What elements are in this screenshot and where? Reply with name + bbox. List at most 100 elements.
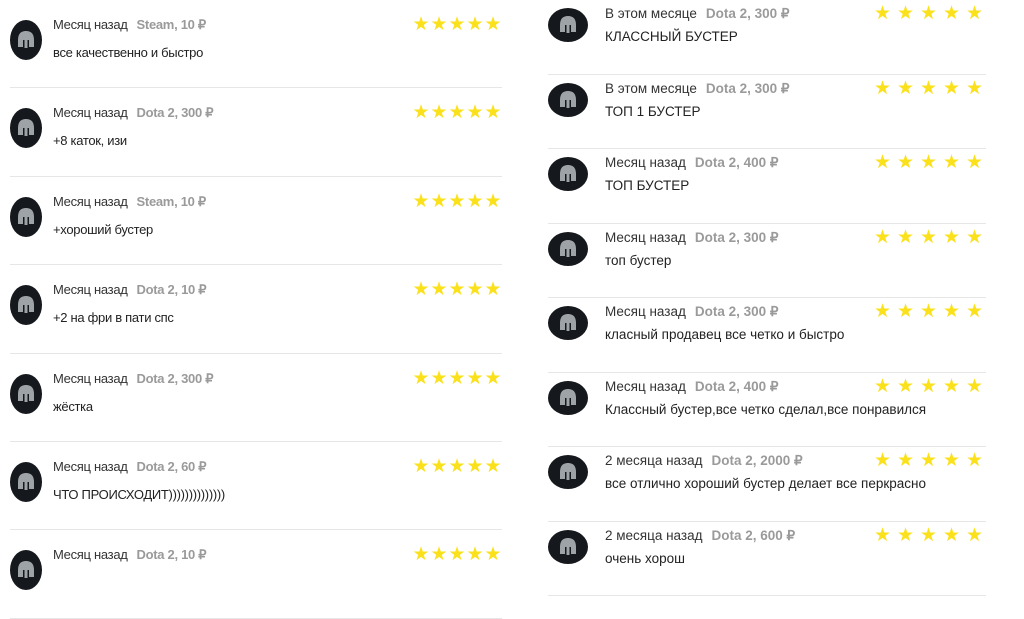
star-icon: ★ bbox=[448, 367, 466, 389]
rating-stars: ★ ★ ★ ★ ★ bbox=[412, 192, 502, 211]
review-text: все качественно и быстро bbox=[53, 45, 204, 60]
review-date: Месяц назад bbox=[53, 17, 128, 32]
star-icon: ★ bbox=[873, 152, 892, 173]
star-icon: ★ bbox=[412, 367, 430, 389]
avatar[interactable] bbox=[10, 20, 42, 60]
review-meta: В этом месяце Dota 2, 300 ₽ bbox=[605, 6, 789, 22]
review-date: 2 месяца назад bbox=[605, 453, 703, 468]
avatar[interactable] bbox=[10, 550, 42, 591]
star-icon: ★ bbox=[484, 102, 502, 124]
avatar[interactable] bbox=[548, 529, 588, 564]
review-item: Месяц назад Dota 2, 300 ₽ класный продавец… bbox=[548, 298, 986, 373]
review-item: Месяц назад Dota 2, 400 ₽ Классный бустер,… bbox=[548, 373, 986, 447]
star-icon: ★ bbox=[448, 190, 466, 212]
review-text: очень хорош bbox=[605, 550, 685, 566]
rating-stars: ★ ★ ★ ★ ★ bbox=[871, 302, 986, 321]
review-meta: Месяц назад Dota 2, 300 ₽ bbox=[53, 371, 213, 387]
star-icon: ★ bbox=[466, 455, 484, 477]
review-meta: Месяц назад Steam, 10 ₽ bbox=[53, 194, 206, 210]
avatar[interactable] bbox=[548, 157, 588, 191]
star-icon: ★ bbox=[919, 375, 938, 397]
avatar[interactable] bbox=[10, 108, 42, 149]
star-icon: ★ bbox=[919, 152, 938, 173]
star-icon: ★ bbox=[466, 367, 484, 389]
star-icon: ★ bbox=[873, 301, 892, 322]
star-icon: ★ bbox=[942, 450, 961, 471]
review-order-price: Dota 2, 400 ₽ bbox=[694, 155, 779, 170]
review-order-price: Dota 2, 10 ₽ bbox=[136, 547, 207, 563]
avatar[interactable] bbox=[10, 196, 42, 237]
review-text: ТОП 1 БУСТЕР bbox=[605, 103, 701, 119]
review-date: В этом месяце bbox=[605, 80, 697, 96]
reviews-column-left: Месяц назад Steam, 10 ₽ все качественно и … bbox=[0, 0, 510, 619]
star-icon: ★ bbox=[942, 375, 961, 397]
avatar[interactable] bbox=[548, 8, 588, 42]
rating-stars: ★ ★ ★ ★ ★ bbox=[871, 526, 986, 545]
star-icon: ★ bbox=[484, 14, 502, 35]
star-icon: ★ bbox=[965, 450, 984, 471]
rating-stars: ★ ★ ★ ★ ★ bbox=[412, 280, 502, 299]
review-order-price: Dota 2, 300 ₽ bbox=[136, 370, 214, 386]
star-icon: ★ bbox=[965, 524, 984, 546]
review-date: Месяц назад bbox=[53, 547, 128, 563]
review-date: Месяц назад bbox=[53, 458, 128, 474]
star-icon: ★ bbox=[965, 152, 984, 173]
rating-stars: ★ ★ ★ ★ ★ bbox=[412, 103, 502, 122]
review-order-price: Dota 2, 2000 ₽ bbox=[711, 453, 803, 468]
review-item: Месяц назад Steam, 10 ₽ +хороший бустер ★ ★ ★… bbox=[10, 177, 502, 266]
review-text: все отлично хороший бустер делает все пе… bbox=[605, 476, 926, 491]
avatar[interactable] bbox=[10, 373, 42, 414]
star-icon: ★ bbox=[466, 190, 484, 212]
star-icon: ★ bbox=[896, 301, 915, 322]
star-icon: ★ bbox=[430, 102, 448, 124]
review-order-price: Steam, 10 ₽ bbox=[136, 193, 207, 209]
star-icon: ★ bbox=[942, 524, 961, 546]
star-icon: ★ bbox=[942, 226, 961, 248]
star-icon: ★ bbox=[448, 455, 466, 477]
review-meta: Месяц назад Dota 2, 60 ₽ bbox=[53, 458, 207, 475]
avatar[interactable] bbox=[548, 306, 588, 340]
star-icon: ★ bbox=[942, 3, 961, 24]
avatar[interactable] bbox=[548, 231, 588, 266]
avatar[interactable] bbox=[548, 380, 588, 415]
rating-stars: ★ ★ ★ ★ ★ bbox=[871, 228, 986, 247]
avatar[interactable] bbox=[548, 455, 588, 489]
review-item: Месяц назад Dota 2, 300 ₽ жёстка ★ ★ ★ ★ ★ bbox=[10, 354, 502, 442]
avatar[interactable] bbox=[548, 82, 588, 117]
star-icon: ★ bbox=[412, 455, 430, 477]
review-item: Месяц назад Dota 2, 60 ₽ ЧТО ПРОИСХОДИТ)))… bbox=[10, 442, 502, 531]
review-item: Месяц назад Dota 2, 400 ₽ ТОП БУСТЕР ★ ★ ★ ★ ★ bbox=[548, 149, 986, 224]
star-icon: ★ bbox=[873, 375, 892, 397]
rating-stars: ★ ★ ★ ★ ★ bbox=[871, 4, 986, 23]
review-date: В этом месяце bbox=[605, 6, 697, 21]
star-icon: ★ bbox=[919, 3, 938, 24]
review-date: Месяц назад bbox=[605, 304, 686, 319]
star-icon: ★ bbox=[896, 450, 915, 471]
review-date: Месяц назад bbox=[605, 378, 686, 394]
star-icon: ★ bbox=[919, 77, 938, 99]
review-item: Месяц назад Dota 2, 300 ₽ топ бустер ★ ★ ★ ★ ★ bbox=[548, 224, 986, 298]
star-icon: ★ bbox=[412, 190, 430, 212]
star-icon: ★ bbox=[412, 279, 430, 301]
review-date: Месяц назад bbox=[53, 370, 128, 386]
review-order-price: Dota 2, 300 ₽ bbox=[705, 80, 790, 96]
reviews-column-right: В этом месяце Dota 2, 300 ₽ КЛАССНЫЙ БУСТЕ… bbox=[542, 0, 992, 596]
star-icon: ★ bbox=[412, 14, 430, 35]
star-icon: ★ bbox=[896, 152, 915, 173]
star-icon: ★ bbox=[942, 77, 961, 99]
avatar[interactable] bbox=[10, 461, 42, 502]
avatar[interactable] bbox=[10, 285, 42, 326]
review-text: ЧТО ПРОИСХОДИТ)))))))))))))) bbox=[53, 486, 225, 502]
review-meta: Месяц назад Dota 2, 300 ₽ bbox=[605, 230, 778, 246]
star-icon: ★ bbox=[919, 450, 938, 471]
review-text: +8 каток, изи bbox=[53, 133, 127, 149]
star-icon: ★ bbox=[412, 102, 430, 124]
review-text: КЛАССНЫЙ БУСТЕР bbox=[605, 29, 738, 44]
review-meta: В этом месяце Dota 2, 300 ₽ bbox=[605, 81, 789, 97]
star-icon: ★ bbox=[484, 190, 502, 212]
star-icon: ★ bbox=[466, 102, 484, 124]
review-order-price: Dota 2, 10 ₽ bbox=[136, 282, 207, 298]
review-item: 2 месяца назад Dota 2, 2000 ₽ все отлично … bbox=[548, 447, 986, 522]
rating-stars: ★ ★ ★ ★ ★ bbox=[412, 457, 502, 476]
review-order-price: Dota 2, 300 ₽ bbox=[136, 105, 214, 121]
